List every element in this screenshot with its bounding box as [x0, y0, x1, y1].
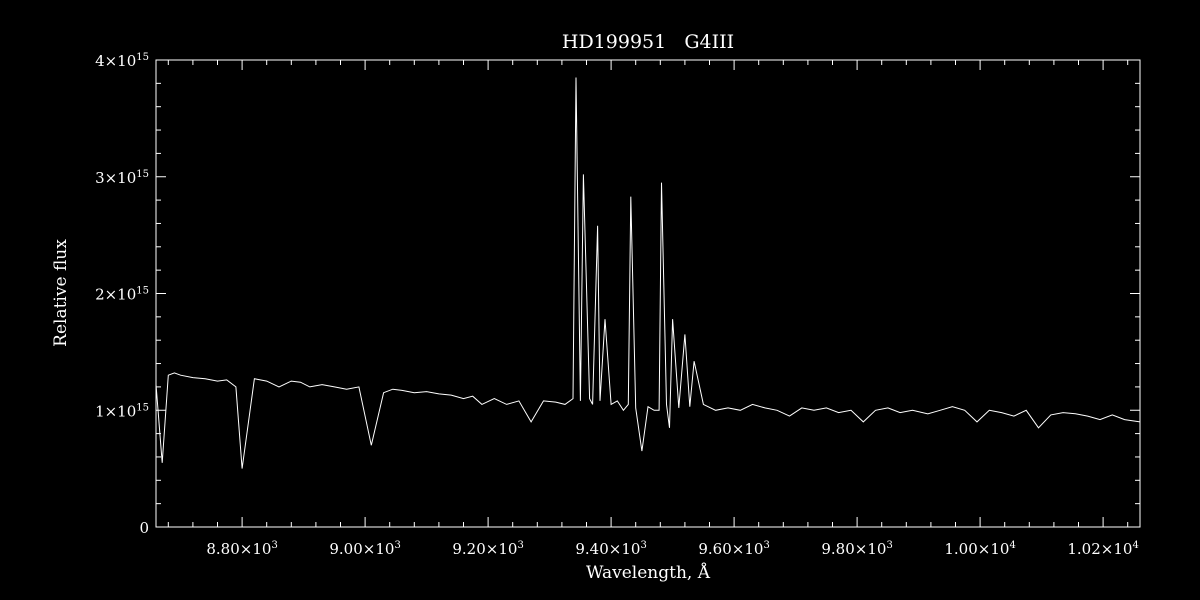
spectrum-chart: HD199951 G4III 8.80×103 9.00×103 9.20×103 9…	[0, 0, 1200, 600]
chart-title: HD199951 G4III	[562, 31, 734, 53]
x-tick-label-6: 1.00×104	[944, 540, 1015, 558]
x-tick-label-5: 9.80×103	[821, 540, 892, 558]
x-axis-label: Wavelength, Å	[586, 562, 711, 583]
chart-background	[0, 0, 1200, 600]
x-tick-label-1: 9.00×103	[329, 540, 400, 558]
x-tick-label-3: 9.40×103	[575, 540, 646, 558]
x-tick-label-2: 9.20×103	[452, 540, 523, 558]
x-tick-label-0: 8.80×103	[206, 540, 277, 558]
y-axis-label: Relative flux	[51, 239, 71, 347]
x-tick-label-7: 1.02×104	[1067, 540, 1138, 558]
x-tick-label-4: 9.60×103	[698, 540, 769, 558]
y-tick-label-0: 0	[139, 519, 149, 537]
